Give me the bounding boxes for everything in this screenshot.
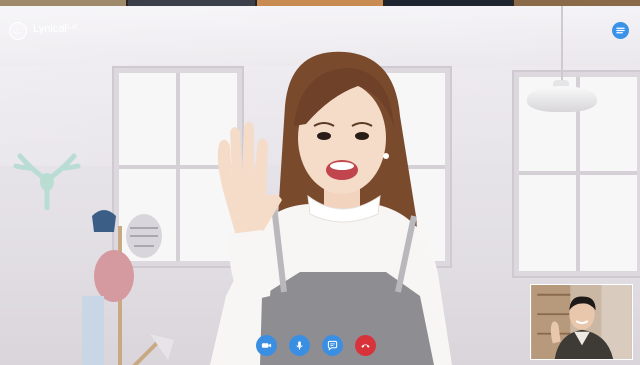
hang-up-icon (361, 344, 370, 348)
chat-button[interactable] (322, 335, 343, 356)
call-controls (256, 335, 376, 356)
call-timer: 02:45 (63, 25, 79, 31)
desk-lamp (132, 334, 174, 365)
self-view-video[interactable] (530, 284, 633, 360)
contact-name: Lynical (33, 23, 67, 35)
menu-button[interactable] (612, 22, 629, 39)
back-button[interactable]: ← (9, 22, 27, 40)
chat-bubble-icon (327, 340, 338, 351)
microphone-icon (296, 341, 303, 350)
back-arrow-icon: ← (12, 24, 24, 38)
pendant-lamp (527, 86, 597, 112)
menu-icon (616, 27, 625, 34)
pendant-lamp-cord (561, 6, 563, 84)
self-view-person (531, 285, 632, 359)
hang-up-button[interactable] (355, 335, 376, 356)
video-call-window: ← Lynical 02:45 (0, 0, 640, 365)
video-camera-icon (261, 343, 272, 348)
antler-decoration (13, 153, 81, 210)
caller-person (210, 51, 452, 365)
camera-toggle-button[interactable] (256, 335, 277, 356)
mute-button[interactable] (289, 335, 310, 356)
